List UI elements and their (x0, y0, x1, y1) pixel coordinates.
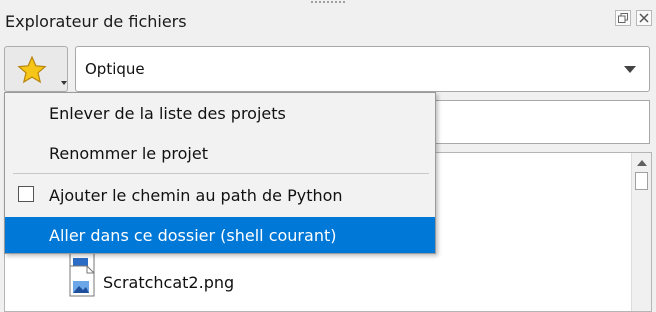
menu-item-label: Enlever de la liste des projets (49, 104, 286, 123)
add-path-checkbox[interactable] (18, 186, 34, 202)
project-select-value: Optique (85, 60, 145, 78)
star-icon (17, 55, 47, 84)
path-input[interactable] (400, 100, 650, 144)
menu-item-goto-folder[interactable]: Aller dans ce dossier (shell courant) (5, 217, 435, 253)
float-pane-button[interactable] (615, 10, 631, 26)
vertical-scrollbar[interactable] (631, 153, 651, 311)
scroll-up-arrow-icon[interactable] (637, 160, 647, 166)
dock-resize-grip[interactable] (310, 0, 346, 4)
menu-item-rename-project[interactable]: Renommer le projet (5, 135, 435, 171)
menu-item-remove-project[interactable]: Enlever de la liste des projets (5, 95, 435, 131)
image-file-icon (69, 265, 95, 297)
favorites-context-menu: Enlever de la liste des projets Renommer… (4, 92, 436, 254)
chevron-down-icon (61, 81, 67, 85)
menu-item-label: Renommer le projet (49, 144, 208, 163)
menu-item-label: Aller dans ce dossier (shell courant) (49, 226, 337, 245)
project-select[interactable]: Optique (75, 46, 650, 92)
restore-icon (618, 13, 628, 23)
favorites-menu-button[interactable] (4, 46, 68, 92)
close-pane-button[interactable] (636, 10, 652, 26)
pane-title: Explorateur de fichiers (5, 12, 187, 31)
close-icon (639, 13, 649, 23)
file-name[interactable]: Scratchcat2.png (103, 273, 234, 292)
menu-item-add-python-path[interactable]: Ajouter le chemin au path de Python (5, 177, 435, 213)
scroll-thumb[interactable] (635, 172, 648, 190)
menu-separator (13, 173, 429, 174)
menu-item-label: Ajouter le chemin au path de Python (49, 186, 343, 205)
chevron-down-icon (624, 66, 636, 73)
